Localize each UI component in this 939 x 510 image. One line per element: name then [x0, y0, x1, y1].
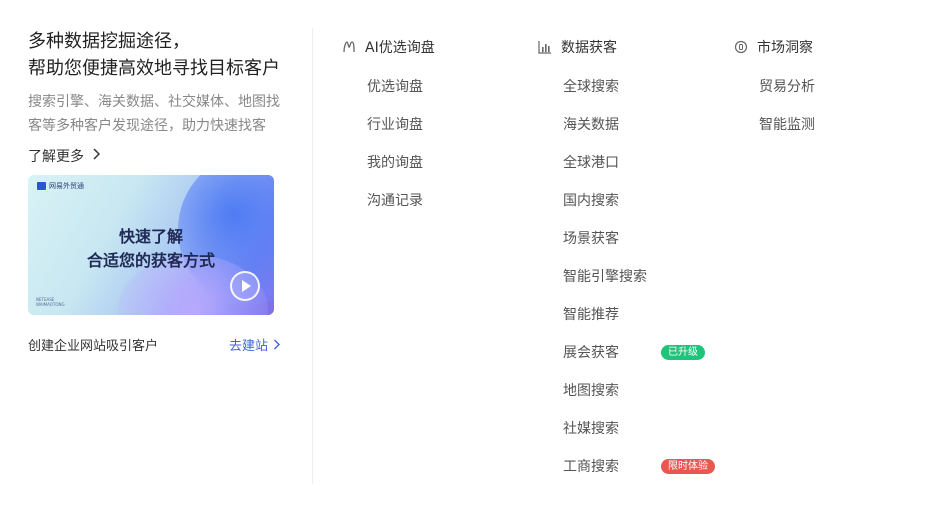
chevron-right-icon	[92, 148, 101, 164]
column-header: AI优选询盘	[342, 38, 435, 56]
insight-icon	[734, 40, 748, 54]
menu-item-label: 智能推荐	[563, 307, 619, 323]
menu-item-label: 国内搜索	[563, 193, 619, 209]
menu-item[interactable]: 智能监测	[759, 105, 815, 143]
menu-column-ai-inquiry: AI优选询盘 优选询盘 行业询盘 我的询盘 沟通记录	[342, 38, 435, 219]
banner-small-text-line2: WAIMAOTONG	[36, 302, 65, 307]
intro-heading-line2: 帮助您便捷高效地寻找目标客户	[28, 58, 280, 79]
menu-item[interactable]: 沟通记录	[367, 181, 435, 219]
menu-item[interactable]: 智能引擎搜索	[563, 257, 647, 295]
menu-item-label: 展会获客	[563, 345, 619, 361]
menu-column-market-insight: 市场洞察 贸易分析 智能监测	[734, 38, 815, 143]
play-button[interactable]	[230, 271, 260, 301]
column-items: 优选询盘 行业询盘 我的询盘 沟通记录	[342, 67, 435, 219]
menu-item-label: 工商搜索	[563, 459, 619, 475]
build-site-link-label: 去建站	[228, 339, 268, 354]
bar-chart-icon	[538, 40, 552, 54]
menu-item[interactable]: 工商搜索 限时体验	[563, 447, 715, 485]
menu-item-label: 优选询盘	[367, 79, 423, 95]
column-items: 贸易分析 智能监测	[734, 67, 815, 143]
menu-item-label: 沟通记录	[367, 193, 423, 209]
menu-item[interactable]: 贸易分析	[759, 67, 815, 105]
menu-item[interactable]: 国内搜索	[563, 181, 647, 219]
banner-logo: 网易外贸通	[37, 181, 84, 191]
banner-small-text: NETEASE WAIMAOTONG	[36, 297, 65, 307]
ai-inquiry-icon	[342, 40, 356, 54]
menu-item[interactable]: 全球港口	[563, 143, 647, 181]
menu-item[interactable]: 海关数据	[563, 105, 647, 143]
column-items: 全球搜索 海关数据 全球港口 国内搜索 场景获客 智能引擎搜索 智能推荐 展会获…	[538, 67, 715, 485]
vertical-divider	[312, 28, 313, 484]
brand-logo-icon	[37, 182, 46, 190]
play-icon	[242, 280, 251, 292]
menu-item[interactable]: 社媒搜索	[563, 409, 647, 447]
build-site-row: 创建企业网站吸引客户 去建站	[28, 338, 280, 356]
chevron-right-icon	[273, 338, 280, 356]
banner-logo-text: 网易外贸通	[49, 182, 84, 190]
menu-item[interactable]: 全球搜索	[563, 67, 647, 105]
column-header: 市场洞察	[734, 38, 815, 56]
build-site-label: 创建企业网站吸引客户	[28, 339, 159, 354]
limited-trial-badge: 限时体验	[661, 459, 715, 474]
column-header: 数据获客	[538, 38, 647, 56]
learn-more-link[interactable]: 了解更多	[28, 146, 288, 166]
banner-title-line1: 快速了解	[118, 227, 183, 246]
menu-item-label: 全球港口	[563, 155, 619, 171]
menu-item[interactable]: 优选询盘	[367, 67, 435, 105]
menu-item[interactable]: 行业询盘	[367, 105, 435, 143]
intro-description: 搜索引擎、海关数据、社交媒体、地图找客等多种客户发现途径，助力快速找客	[28, 94, 280, 134]
intro-heading-line1: 多种数据挖掘途径，	[28, 31, 190, 52]
menu-item[interactable]: 展会获客 已升级	[563, 333, 705, 371]
menu-item[interactable]: 场景获客	[563, 219, 647, 257]
banner-title-line2: 合适您的获客方式	[86, 251, 215, 270]
column-title: 市场洞察	[757, 40, 813, 56]
menu-item-label: 智能监测	[759, 117, 815, 133]
menu-column-data-acquisition: 数据获客 全球搜索 海关数据 全球港口 国内搜索 场景获客 智能引擎搜索 智能推…	[538, 38, 715, 485]
learn-more-label: 了解更多	[28, 149, 84, 165]
build-site-link[interactable]: 去建站	[229, 338, 280, 356]
menu-item[interactable]: 我的询盘	[367, 143, 435, 181]
intro-heading: 多种数据挖掘途径， 帮助您便捷高效地寻找目标客户	[28, 28, 288, 82]
menu-item-label: 行业询盘	[367, 117, 423, 133]
menu-item-label: 海关数据	[563, 117, 619, 133]
menu-item-label: 全球搜索	[563, 79, 619, 95]
menu-item[interactable]: 地图搜索	[563, 371, 647, 409]
menu-item-label: 贸易分析	[759, 79, 815, 95]
menu-item-label: 智能引擎搜索	[563, 269, 647, 285]
menu-item-label: 地图搜索	[563, 383, 619, 399]
column-title: AI优选询盘	[365, 40, 435, 56]
intro-panel: 多种数据挖掘途径， 帮助您便捷高效地寻找目标客户 搜索引擎、海关数据、社交媒体、…	[28, 28, 288, 166]
upgraded-badge: 已升级	[661, 345, 705, 360]
column-title: 数据获客	[561, 40, 617, 56]
video-banner[interactable]: 网易外贸通 快速了解 合适您的获客方式 NETEASE WAIMAOTONG	[28, 175, 274, 315]
menu-item-label: 场景获客	[563, 231, 619, 247]
menu-item-label: 我的询盘	[367, 155, 423, 171]
menu-item[interactable]: 智能推荐	[563, 295, 647, 333]
menu-item-label: 社媒搜索	[563, 421, 619, 437]
